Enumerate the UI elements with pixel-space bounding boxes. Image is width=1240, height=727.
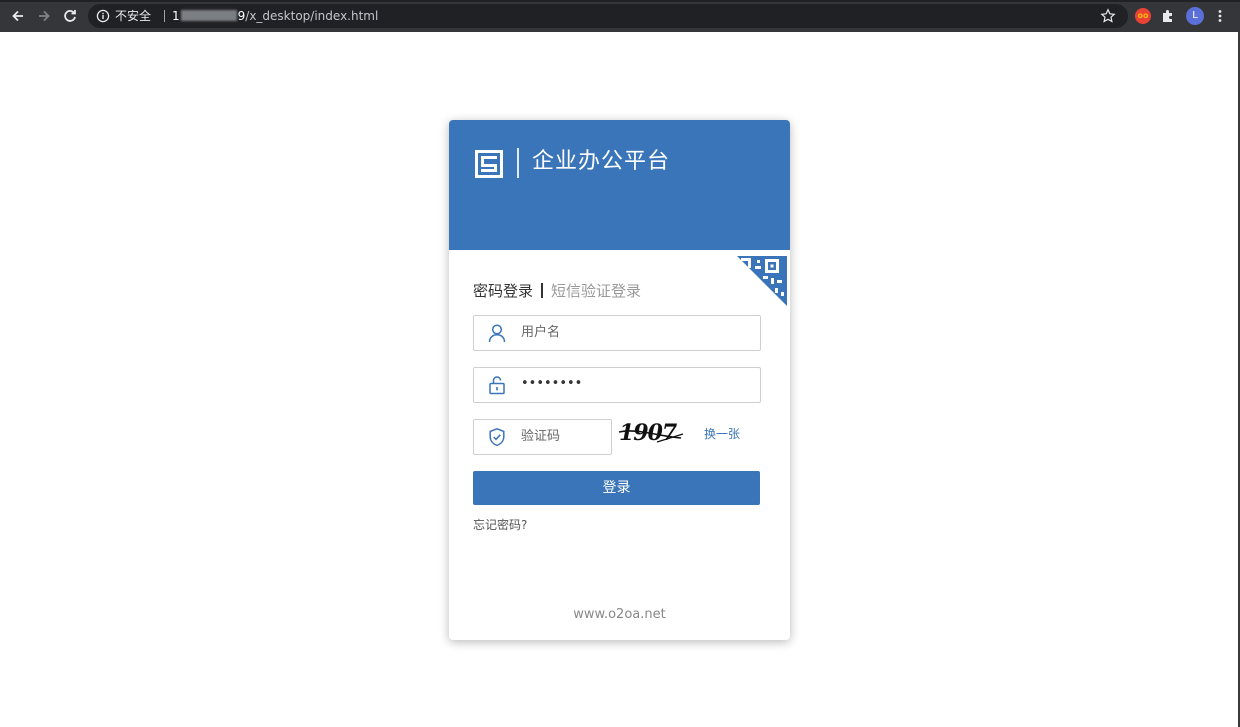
address-bar[interactable]: 不安全 1 9/x_desktop/index.html: [88, 4, 1128, 28]
password-value: ••••••••: [521, 376, 583, 391]
browser-toolbar: 不安全 1 9/x_desktop/index.html oo L: [0, 0, 1240, 32]
url-host-prefix: 1: [172, 9, 180, 23]
tab-password-login[interactable]: 密码登录: [473, 280, 533, 302]
platform-title: 企业办公平台: [532, 149, 671, 174]
info-icon[interactable]: [96, 9, 110, 23]
tab-separator: [541, 283, 544, 298]
redacted-host: [180, 10, 237, 21]
reload-icon[interactable]: [62, 8, 78, 24]
username-placeholder: 用户名: [521, 325, 561, 340]
tab-sms-login[interactable]: 短信验证登录: [551, 280, 641, 302]
back-arrow-icon[interactable]: [10, 8, 26, 24]
lock-icon: [489, 376, 505, 395]
shield-check-icon: [489, 427, 505, 447]
login-button[interactable]: 登录: [473, 471, 760, 505]
header-divider: [517, 148, 519, 178]
kebab-menu-icon[interactable]: [1212, 8, 1228, 24]
card-header: 企业办公平台: [449, 120, 790, 250]
qr-code-login-icon[interactable]: [737, 256, 787, 306]
captcha-field[interactable]: 验证码: [473, 419, 612, 455]
profile-avatar[interactable]: L: [1186, 7, 1204, 25]
forgot-password-link[interactable]: 忘记密码?: [473, 517, 527, 533]
login-tabs: 密码登录 短信验证登录: [473, 280, 641, 302]
tab-strip-edge: [0, 0, 1240, 2]
security-status[interactable]: 不安全: [115, 8, 151, 24]
username-field[interactable]: 用户名: [473, 315, 761, 351]
captcha-noise: [618, 430, 684, 443]
bookmark-star-icon[interactable]: [1100, 8, 1116, 24]
footer-website: www.o2oa.net: [573, 607, 666, 622]
extension-icon[interactable]: oo: [1135, 8, 1151, 24]
forward-arrow-icon[interactable]: [36, 8, 52, 24]
o2oa-logo-icon: [475, 150, 503, 178]
puzzle-extensions-icon[interactable]: [1160, 8, 1176, 24]
captcha-placeholder: 验证码: [521, 429, 561, 444]
user-icon: [488, 324, 506, 343]
url-text[interactable]: 1 9/x_desktop/index.html: [172, 8, 378, 24]
address-separator: [164, 10, 165, 22]
captcha-image[interactable]: 1907: [617, 418, 687, 448]
password-field[interactable]: ••••••••: [473, 367, 761, 403]
refresh-captcha-link[interactable]: 换一张: [704, 426, 740, 442]
login-card: 企业办公平台 密码登录 短信验证登录 用户名 •••••••• 验证码 1907…: [449, 120, 790, 640]
url-path: /x_desktop/index.html: [245, 9, 379, 23]
